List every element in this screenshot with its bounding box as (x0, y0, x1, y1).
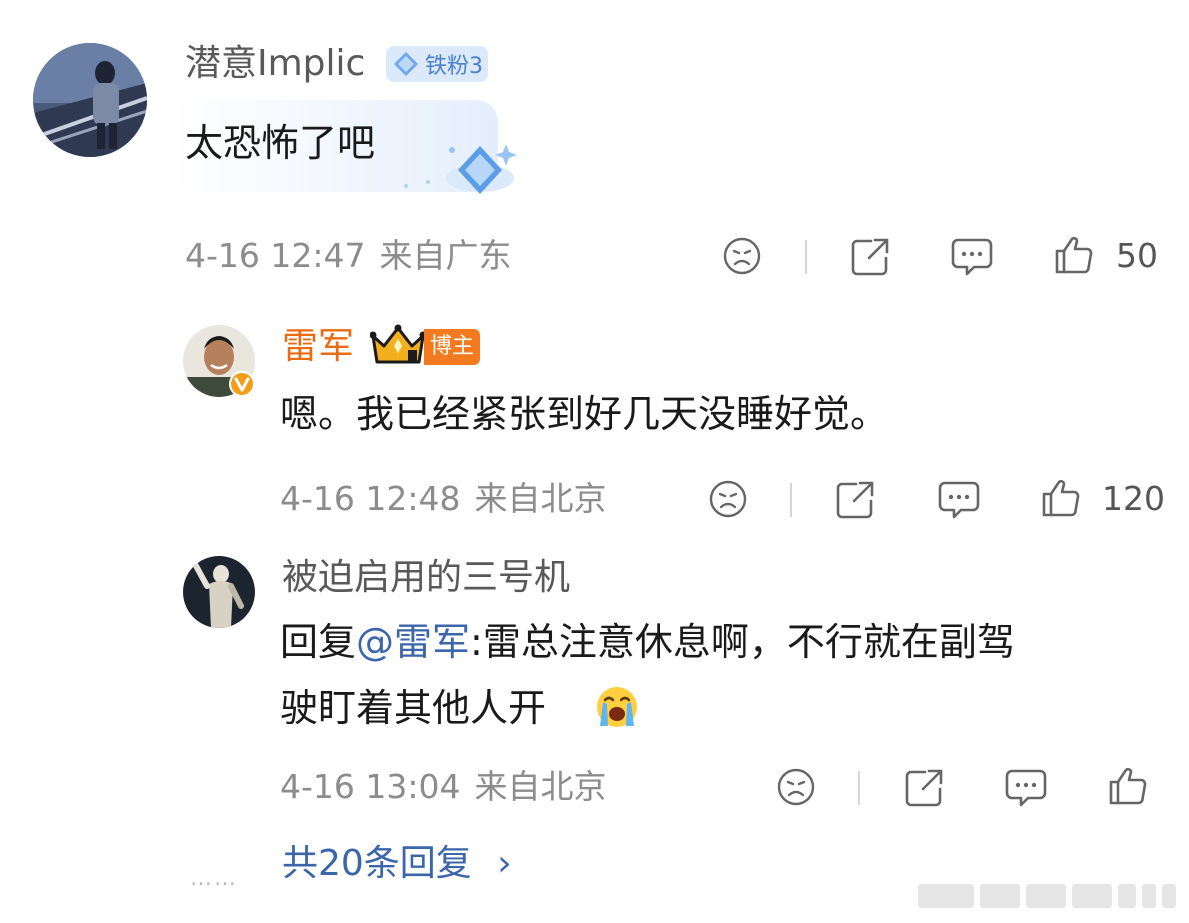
avatar-photo-night-road (33, 43, 147, 157)
username[interactable]: 潜意Implic (185, 42, 365, 86)
mention-link[interactable]: @雷军 (356, 620, 470, 664)
comment-meta: 4-16 12:48 来自北京 (280, 479, 607, 519)
dislike-face-icon[interactable] (776, 767, 816, 807)
fan-level-badge[interactable]: 铁粉3 (386, 46, 488, 82)
comment-meta: 4-16 13:04 来自北京 (280, 767, 607, 807)
thumbs-up-icon[interactable] (1053, 234, 1095, 276)
comment-icon[interactable] (1004, 767, 1048, 809)
reply-text-line-1: 回复@雷军:雷总注意休息啊，不行就在副驾 (280, 612, 1015, 672)
like-count: 120 (1102, 479, 1165, 518)
comment-text: 太恐怖了吧 (185, 121, 376, 165)
comment-icon[interactable] (950, 236, 994, 278)
comment-time: 4-16 12:47 (185, 236, 366, 275)
comment-text: 嗯。我已经紧张到好几天没睡好觉。 (280, 392, 889, 436)
comment-icon[interactable] (937, 479, 981, 521)
author-tag: 博主 (424, 329, 480, 365)
like-count: 50 (1116, 236, 1158, 275)
comment-meta: 4-16 12:47 来自广东 (185, 236, 512, 276)
avatar-implic[interactable] (33, 43, 147, 157)
diamond-icon (394, 52, 418, 76)
comment-location: 来自北京 (474, 479, 607, 518)
share-icon[interactable] (903, 767, 945, 809)
share-icon[interactable] (834, 479, 876, 521)
thumbs-up-icon[interactable] (1040, 477, 1082, 519)
dislike-face-icon[interactable] (722, 236, 762, 276)
diamond-sparkle-icon (404, 144, 517, 194)
dislike-face-icon[interactable] (708, 479, 748, 519)
chevron-right-icon: › (497, 843, 512, 884)
crown-icon (370, 324, 426, 364)
reply-text-line-2: 驶盯着其他人开 (280, 678, 546, 738)
avatar-sanhaoji[interactable] (183, 556, 255, 628)
reply-text: :雷总注意休息啊，不行就在副驾 (470, 620, 1015, 664)
reply-prefix: 回复 (280, 620, 357, 664)
crying-face-emoji (597, 687, 637, 727)
more-replies-link[interactable]: 共20条回复 › (282, 840, 512, 888)
comment-time: 4-16 13:04 (280, 767, 461, 806)
thumbs-up-icon[interactable] (1107, 765, 1149, 807)
more-replies-dots: …… (190, 866, 238, 891)
username[interactable]: 雷军 (282, 325, 354, 369)
divider (805, 240, 807, 274)
username[interactable]: 被迫启用的三号机 (282, 556, 570, 600)
reply-text-continued: 驶盯着其他人开 (280, 686, 547, 730)
avatar-photo-statue (183, 556, 255, 628)
verified-v-icon (229, 371, 255, 397)
comment-time: 4-16 12:48 (280, 479, 461, 518)
comment-location: 来自北京 (474, 767, 607, 806)
fan-level-label: 铁粉3 (425, 54, 483, 79)
more-replies-label: 共20条回复 (282, 843, 472, 884)
divider (790, 483, 792, 517)
comment-location: 来自广东 (379, 236, 512, 275)
share-icon[interactable] (849, 236, 891, 278)
divider (858, 771, 860, 805)
